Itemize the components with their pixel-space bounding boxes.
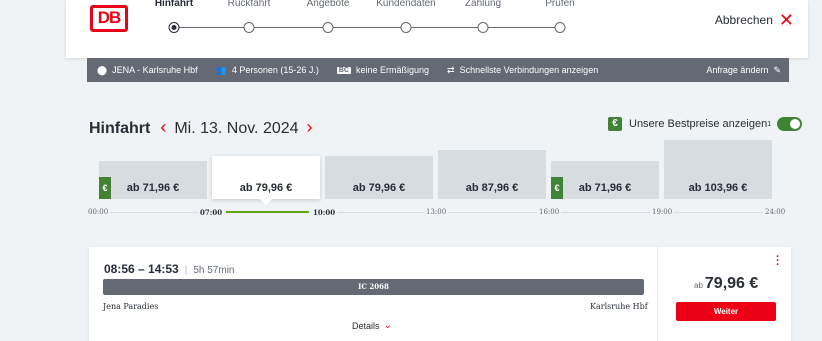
step-dot-angebote [322, 22, 334, 33]
separator: | [184, 265, 188, 276]
price-slot[interactable]: € ab 71,96 € [99, 161, 207, 199]
continue-button[interactable]: Weiter [676, 302, 776, 321]
cancel-label: Abbrechen [714, 13, 773, 27]
slot-price-label: ab 103,96 € [688, 182, 748, 194]
bestprice-control: € Unsere Bestpreise anzeigen 1 [608, 117, 803, 131]
bestprice-label: Unsere Bestpreise anzeigen [629, 118, 768, 130]
arrival-station: Karlsruhe Hbf [590, 302, 648, 311]
slot-price-label: ab 71,96 € [578, 182, 632, 194]
progress-line [179, 27, 555, 28]
travel-date: Mi. 13. Nov. 2024 [174, 120, 299, 137]
chevron-left-icon[interactable]: ‹ [160, 117, 166, 138]
euro-badge-icon: € [608, 117, 622, 131]
route-info: ⬤ JENA - Karlsruhe Hbf [97, 65, 198, 76]
step-dot-kundendaten [400, 22, 412, 33]
edit-request-label: Anfrage ändern [706, 65, 769, 75]
selected-time-range [226, 211, 309, 213]
departure-station: Jena Paradies [103, 302, 159, 311]
fastest-info[interactable]: ⇄ Schnellste Verbindungen anzeigen [447, 65, 598, 76]
tick-label: 10:00 [311, 208, 338, 217]
route-text: JENA - Karlsruhe Hbf [112, 65, 198, 75]
discount-text: keine Ermäßigung [356, 65, 430, 75]
trip-date-row: Hinfahrt ‹ Mi. 13. Nov. 2024 › [89, 117, 313, 138]
fastest-text: Schnellste Verbindungen anzeigen [459, 65, 599, 75]
discount-info: BC keine Ermäßigung [336, 65, 430, 75]
slot-price-label: ab 79,96 € [239, 182, 293, 194]
price-slot[interactable]: ab 79,96 € [212, 156, 320, 205]
bahncard-icon: BC [336, 66, 351, 74]
location-pin-icon: ⬤ [97, 64, 108, 75]
edit-request-button[interactable]: Anfrage ändern ✎ [706, 65, 781, 76]
booking-header: DB Hinfahrt Rückfahrt Angebote Kundendat… [66, 0, 808, 58]
close-icon: ✕ [778, 10, 794, 30]
step-label-angebote: Angebote [306, 0, 350, 9]
tick-label: 16:00 [537, 208, 562, 216]
people-icon: 👥 [215, 64, 227, 75]
bestprice-toggle[interactable] [777, 117, 803, 131]
chevron-down-icon: ⌄ [383, 320, 392, 331]
price-prefix: ab [694, 281, 703, 290]
departure-arrival-times: 08:56 – 14:53 [104, 262, 179, 276]
price-slot[interactable]: ab 87,96 € [438, 150, 546, 199]
search-info-bar: ⬤ JENA - Karlsruhe Hbf 👥 4 Personen (15-… [87, 58, 789, 82]
tick-label: 13:00 [424, 208, 449, 216]
connection-times-row: 08:56 – 14:53 | 5h 57min [104, 262, 234, 276]
tick-label: 19:00 [650, 208, 675, 216]
slot-price-label: ab 87,96 € [465, 182, 519, 194]
trip-duration: 5h 57min [193, 265, 235, 276]
passenger-info: 👥 4 Personen (15-26 J.) [216, 65, 319, 76]
price-slot[interactable]: ab 79,96 € [325, 156, 433, 199]
step-label-kundendaten: Kundendaten [376, 0, 436, 9]
more-options-icon[interactable]: · · · [776, 252, 780, 271]
details-toggle[interactable]: Details ⌄ [352, 320, 392, 331]
bestprice-footnote: 1 [767, 120, 772, 128]
train-segment-bar: IC 2068 [103, 279, 644, 295]
step-dot-hinfahrt [168, 22, 180, 33]
step-dot-rueckfahrt [243, 22, 255, 33]
cancel-button[interactable]: Abbrechen ✕ [714, 10, 794, 30]
slot-price-label: ab 79,96 € [352, 182, 406, 194]
tick-label: 00:00 [86, 208, 111, 216]
price-amount: 79,96 € [704, 275, 759, 292]
chevron-right-icon[interactable]: › [307, 117, 313, 138]
progress-steps: Hinfahrt Rückfahrt Angebote Kundendaten … [66, 0, 808, 40]
connection-price: ab 79,96 € [694, 275, 758, 293]
details-label: Details [352, 320, 380, 331]
price-slot[interactable]: ab 103,96 € [664, 140, 772, 199]
slot-price-label: ab 71,96 € [126, 182, 180, 194]
step-dot-zahlung [477, 22, 489, 33]
page-title: Hinfahrt [89, 120, 151, 137]
swap-arrows-icon: ⇄ [447, 64, 455, 75]
step-label-zahlung: Zahlung [464, 0, 502, 9]
tick-label: 24:00 [763, 208, 788, 216]
price-slot[interactable]: € ab 71,96 € [551, 161, 659, 199]
pencil-icon: ✎ [773, 64, 781, 75]
price-panel [657, 247, 791, 341]
step-label-pruefen: Prüfen [545, 0, 575, 9]
passenger-text: 4 Personen (15-26 J.) [231, 65, 319, 75]
step-label-rueckfahrt: Rückfahrt [227, 0, 271, 9]
tick-label: 07:00 [198, 208, 225, 217]
step-dot-pruefen [554, 22, 566, 33]
step-label-hinfahrt: Hinfahrt [154, 0, 194, 9]
